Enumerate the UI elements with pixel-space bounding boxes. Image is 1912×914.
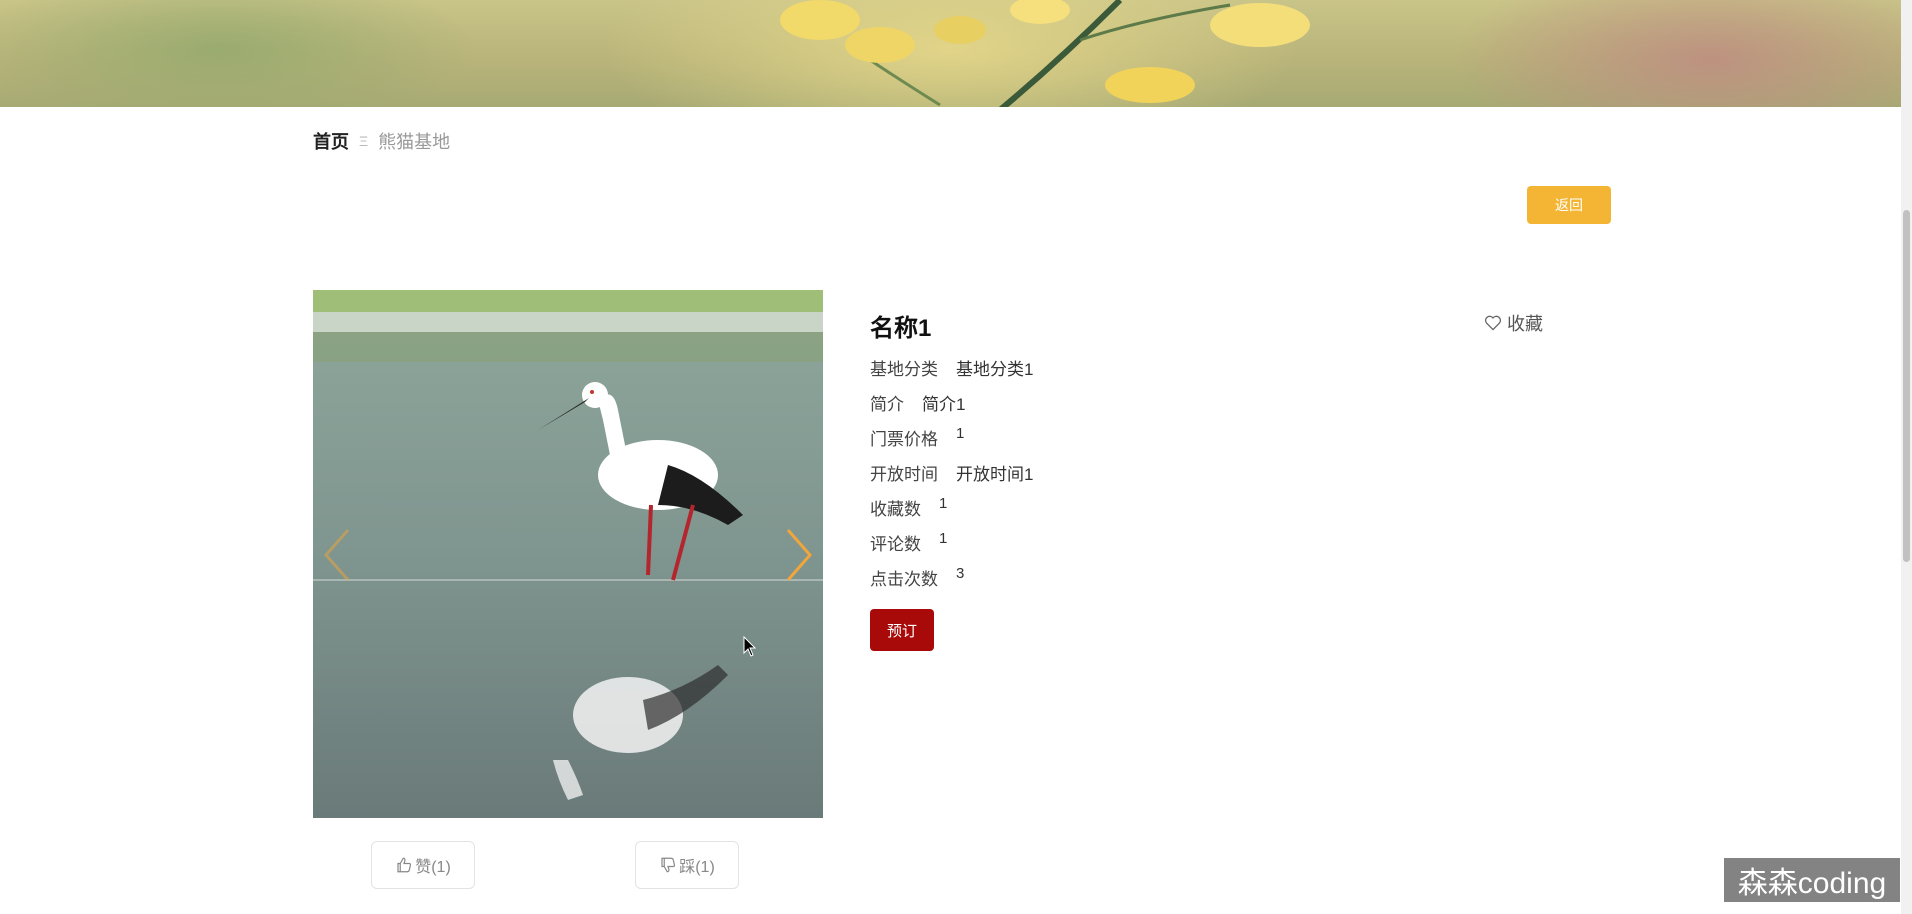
field-label: 收藏数: [870, 500, 921, 519]
thumbs-up-icon: [397, 857, 412, 873]
carousel-next-icon[interactable]: [778, 525, 818, 585]
image-carousel: [313, 290, 823, 818]
field-label: 简介: [870, 395, 904, 414]
field-comment-count: 评论数 1: [870, 530, 1033, 565]
field-label: 开放时间: [870, 465, 938, 484]
field-opening-time: 开放时间 开放时间1: [870, 460, 1033, 495]
like-button[interactable]: 赞(1): [371, 841, 475, 889]
field-value: 1: [956, 425, 965, 442]
favorite-button[interactable]: 收藏: [1484, 310, 1543, 336]
field-value: 1: [939, 495, 948, 512]
watermark: 森森coding: [1724, 858, 1900, 902]
breadcrumb: 首页 Ξ 熊猫基地: [313, 128, 450, 154]
field-ticket-price: 门票价格 1: [870, 425, 1033, 460]
field-label: 门票价格: [870, 430, 938, 449]
field-click-count: 点击次数 3: [870, 565, 1033, 600]
dislike-label: 踩(1): [679, 859, 715, 876]
like-label: 赞(1): [415, 859, 451, 876]
header-banner: [0, 0, 1901, 107]
vertical-scrollbar[interactable]: [1901, 0, 1912, 914]
field-value: 3: [956, 565, 965, 582]
field-value: 开放时间1: [956, 465, 1034, 484]
field-label: 评论数: [870, 535, 921, 554]
book-button[interactable]: 预订: [870, 609, 934, 651]
item-title: 名称1: [870, 315, 932, 342]
back-button[interactable]: 返回: [1527, 186, 1611, 224]
stork-photo: [313, 290, 823, 818]
breadcrumb-separator: Ξ: [359, 133, 369, 149]
banner-flowers: [780, 0, 1310, 107]
thumbs-down-icon: [661, 857, 676, 873]
dislike-button[interactable]: 踩(1): [635, 841, 739, 889]
field-value: 1: [939, 530, 948, 547]
favorite-label: 收藏: [1507, 314, 1543, 334]
scrollbar-thumb[interactable]: [1903, 210, 1910, 562]
field-value: 简介1: [922, 395, 966, 414]
field-favorite-count: 收藏数 1: [870, 495, 1033, 530]
detail-panel: 名称1 基地分类 基地分类1 简介 简介1 门票价格 1 开放时间 开放时间1 …: [870, 308, 1033, 600]
field-intro: 简介 简介1: [870, 390, 1033, 425]
heart-icon: [1484, 315, 1502, 331]
breadcrumb-current: 熊猫基地: [378, 132, 451, 152]
breadcrumb-home[interactable]: 首页: [313, 128, 349, 154]
mouse-cursor-icon: [743, 636, 757, 657]
field-category: 基地分类 基地分类1: [870, 355, 1033, 390]
field-label: 点击次数: [870, 570, 938, 589]
carousel-prev-icon[interactable]: [318, 525, 358, 585]
field-value: 基地分类1: [956, 360, 1034, 379]
field-label: 基地分类: [870, 360, 938, 379]
